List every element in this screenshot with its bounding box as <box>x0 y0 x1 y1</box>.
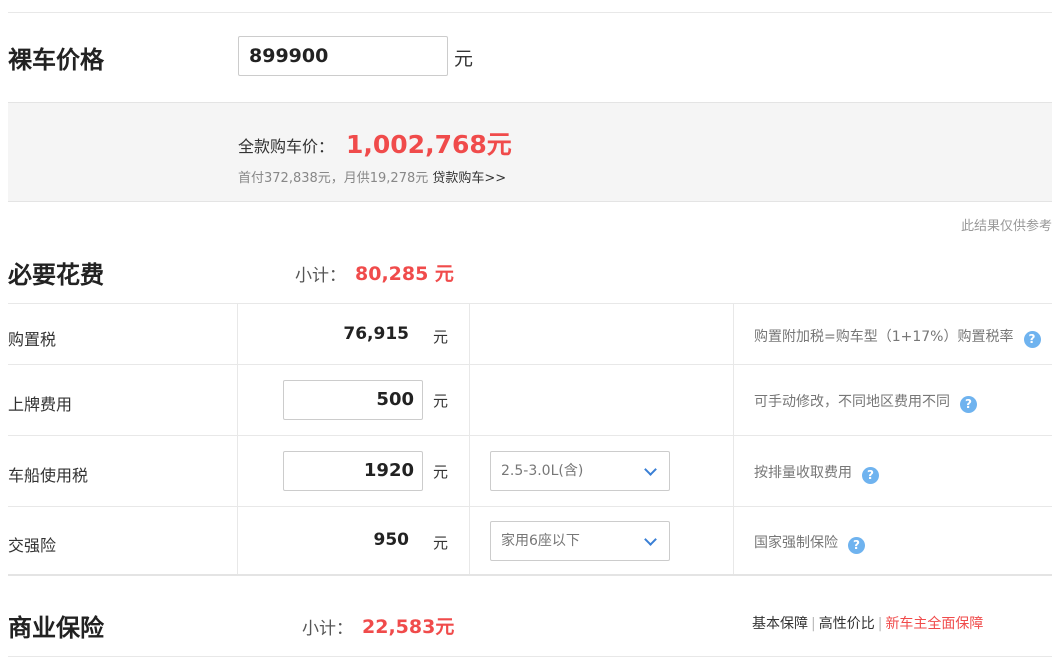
column-divider <box>237 436 238 506</box>
summary-panel: 全款购车价： 1,002,768元 首付372,838元，月供19,278元 贷… <box>8 102 1052 202</box>
column-divider <box>733 436 734 506</box>
question-icon[interactable]: ? <box>960 396 977 413</box>
displacement-select[interactable]: 2.5-3.0L(含) <box>490 451 670 491</box>
installment-info: 首付372,838元，月供19,278元 贷款购车>> <box>238 167 506 186</box>
fee-name: 交强险 <box>8 536 57 555</box>
commercial-subtotal-label: 小计： <box>302 619 353 639</box>
fee-unit: 元 <box>433 392 449 410</box>
top-divider <box>8 12 1052 13</box>
disclaimer: 此结果仅供参考 <box>960 219 1052 234</box>
column-divider <box>469 436 470 506</box>
vehicle-tax-input[interactable]: 1920 <box>283 451 423 491</box>
total-label: 全款购车价： <box>238 137 335 156</box>
fee-note-text: 购置附加税=购车型（1+17%）购置税率 <box>754 329 1014 345</box>
column-divider <box>237 365 238 435</box>
fee-note: 国家强制保险? <box>754 532 865 554</box>
price-input[interactable]: 899900 <box>238 36 448 76</box>
section-divider <box>8 574 1052 576</box>
plan-separator: | <box>811 616 816 632</box>
fee-row-purchase-tax: 购置税 76,915 元 购置附加税=购车型（1+17%）购置税率? <box>8 304 1052 365</box>
fee-note-text: 国家强制保险 <box>754 535 838 551</box>
chevron-down-icon <box>644 463 657 476</box>
required-title: 必要花费 <box>8 261 104 289</box>
column-divider <box>469 365 470 435</box>
commercial-title: 商业保险 <box>8 614 104 642</box>
fee-row-vehicle-tax: 车船使用税 1920 元 2.5-3.0L(含) 按排量收取费用? <box>8 436 1052 507</box>
fee-unit: 元 <box>433 328 449 346</box>
fee-amount: 76,915 <box>343 324 409 344</box>
required-fee-table: 购置税 76,915 元 购置附加税=购车型（1+17%）购置税率? 上牌费用 … <box>8 303 1052 576</box>
column-divider <box>733 507 734 576</box>
column-divider <box>237 507 238 576</box>
chevron-down-icon <box>644 533 657 546</box>
bottom-divider <box>8 656 1052 657</box>
plan-value[interactable]: 高性价比 <box>819 616 875 632</box>
column-divider <box>237 304 238 364</box>
required-subtotal-value: 80,285 元 <box>355 263 454 285</box>
seat-count-select[interactable]: 家用6座以下 <box>490 521 670 561</box>
column-divider <box>733 365 734 435</box>
fee-row-registration: 上牌费用 500 元 可手动修改，不同地区费用不同? <box>8 365 1052 436</box>
loan-link[interactable]: 贷款购车>> <box>432 171 506 186</box>
select-value: 家用6座以下 <box>501 533 580 549</box>
fee-unit: 元 <box>433 534 449 552</box>
fee-unit: 元 <box>433 463 449 481</box>
required-subtotal-label: 小计： <box>295 266 346 286</box>
fee-row-compulsory-insurance: 交强险 950 元 家用6座以下 国家强制保险? <box>8 507 1052 576</box>
price-title: 裸车价格 <box>8 46 104 74</box>
fee-note: 可手动修改，不同地区费用不同? <box>754 391 977 413</box>
commercial-subtotal-value: 22,583元 <box>362 616 455 638</box>
fee-name: 购置税 <box>8 330 57 349</box>
question-icon[interactable]: ? <box>862 467 879 484</box>
fee-amount: 950 <box>373 530 410 550</box>
price-unit: 元 <box>454 48 474 70</box>
fee-note-text: 按排量收取费用 <box>754 465 852 481</box>
column-divider <box>733 304 734 364</box>
insurance-plan-links: 基本保障 | 高性价比 | 新车主全面保障 <box>752 613 983 633</box>
plan-separator: | <box>877 616 883 632</box>
fee-note: 按排量收取费用? <box>754 462 879 484</box>
plan-basic[interactable]: 基本保障 <box>752 616 808 632</box>
select-value: 2.5-3.0L(含) <box>501 463 584 479</box>
fee-note: 购置附加税=购车型（1+17%）购置税率? <box>754 326 1041 348</box>
question-icon[interactable]: ? <box>848 537 865 554</box>
fee-name: 上牌费用 <box>8 395 73 414</box>
fee-name: 车船使用税 <box>8 466 89 485</box>
total-value: 1,002,768元 <box>346 130 512 159</box>
fee-note-text: 可手动修改，不同地区费用不同 <box>754 394 950 410</box>
question-icon[interactable]: ? <box>1023 331 1041 348</box>
column-divider <box>469 507 470 576</box>
installment-text: 首付372,838元，月供19,278元 <box>238 171 429 186</box>
column-divider <box>469 304 470 364</box>
registration-fee-input[interactable]: 500 <box>283 380 423 420</box>
plan-comprehensive[interactable]: 新车主全面保障 <box>885 616 983 632</box>
